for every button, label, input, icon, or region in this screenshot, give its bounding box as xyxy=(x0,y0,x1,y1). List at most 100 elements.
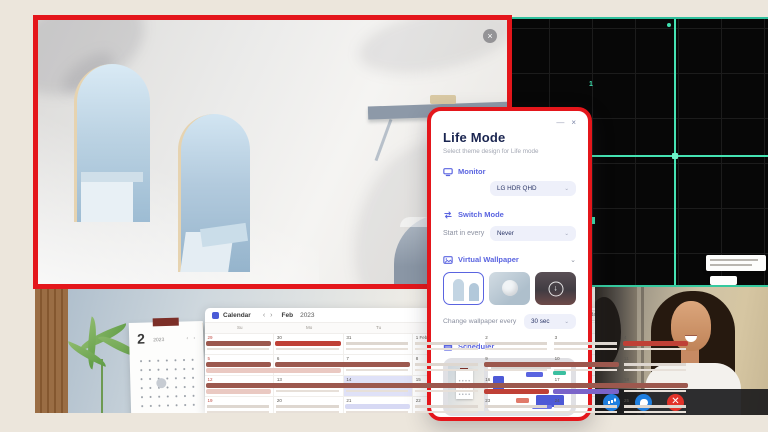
virtual-wallpaper-section: Virtual Wallpaper ⌄ xyxy=(443,255,576,264)
arched-window xyxy=(74,64,150,222)
day-number: 10 xyxy=(555,356,560,361)
day-number: 24 xyxy=(555,398,560,403)
day-number: 9 xyxy=(485,356,488,361)
panel-title: Life Mode xyxy=(443,130,576,145)
leaf-shadow xyxy=(353,15,512,86)
day-number: 25 xyxy=(624,398,629,403)
current-year-label: 2023 xyxy=(300,312,314,319)
next-month-button[interactable]: › xyxy=(270,312,272,319)
switch-mode-icon xyxy=(443,210,453,219)
day-number: 1 Feb xyxy=(416,335,428,340)
day-number: 11 xyxy=(624,356,629,361)
virtual-wallpaper-label: Virtual Wallpaper xyxy=(458,255,519,264)
day-number: 30 xyxy=(277,335,282,340)
volume-bars-icon xyxy=(608,401,610,404)
calendar-event[interactable] xyxy=(206,389,271,394)
change-interval-dropdown[interactable]: 30 sec ⌄ xyxy=(524,314,576,329)
day-number: 21 xyxy=(346,398,351,403)
calendar-event[interactable] xyxy=(484,362,619,367)
day-number: 5 xyxy=(208,356,211,361)
wallpaper-thumbnail-round-chair-room[interactable] xyxy=(489,272,530,305)
chart-tooltip-button[interactable] xyxy=(710,276,737,285)
day-number: 18 xyxy=(624,377,629,382)
monitor-dropdown[interactable]: LG HDR QHD ⌄ xyxy=(490,181,576,196)
chevron-down-icon: ⌄ xyxy=(564,186,569,192)
chart-dot xyxy=(667,23,671,27)
chevron-down-icon[interactable]: ⌄ xyxy=(570,256,576,264)
prev-month-button[interactable]: ‹ xyxy=(263,312,265,319)
day-number: 7 xyxy=(346,356,349,361)
crosshair-intersection xyxy=(672,153,678,159)
weekday-label: Su xyxy=(205,323,274,333)
weekday-label: Mo xyxy=(274,323,343,333)
calendar-day-cell[interactable]: 19 xyxy=(205,397,274,413)
end-call-button[interactable]: ✕ xyxy=(667,394,684,411)
minimize-icon[interactable]: — xyxy=(556,119,564,127)
calendar-event[interactable] xyxy=(484,389,549,394)
chart-tick xyxy=(592,217,595,224)
day-number: 22 xyxy=(416,398,421,403)
volume-button[interactable] xyxy=(603,394,620,411)
calendar-event[interactable] xyxy=(275,341,340,346)
picture-icon xyxy=(443,255,453,264)
chart-marker: 1 xyxy=(589,81,593,88)
day-number: 19 xyxy=(208,398,213,403)
switch-mode-label: Switch Mode xyxy=(458,210,504,219)
calendar-event[interactable] xyxy=(206,383,688,388)
close-icon[interactable]: × xyxy=(483,29,497,43)
calendar-app-icon xyxy=(212,312,219,319)
wood-slat-panel xyxy=(35,289,68,413)
close-icon[interactable]: × xyxy=(571,119,576,127)
panel-subtitle: Select theme design for Life mode xyxy=(443,148,576,155)
calendar-event[interactable] xyxy=(623,341,688,346)
download-icon: ↓ xyxy=(548,281,563,296)
paper-day-grid xyxy=(137,355,198,411)
current-month-label: Feb xyxy=(282,312,294,319)
crosshair-vertical-line xyxy=(674,19,676,285)
paper-nav-arrows: ‹ › xyxy=(186,335,197,341)
change-interval-value: 30 sec xyxy=(531,318,550,325)
switch-mode-section: Switch Mode xyxy=(443,210,576,219)
shelf-object xyxy=(430,95,456,104)
calendar-event[interactable] xyxy=(206,362,271,367)
wallpaper-thumbnail-download-more[interactable]: ↓ xyxy=(535,272,576,305)
day-number: 2 xyxy=(485,335,488,340)
paper-year: 2023 xyxy=(153,337,164,343)
day-number: 15 xyxy=(416,377,421,382)
life-mode-panel: — × Life Mode Select theme design for Li… xyxy=(427,107,592,421)
day-number: 20 xyxy=(277,398,282,403)
day-number: 23 xyxy=(485,398,490,403)
weekday-label: Tu xyxy=(344,323,413,333)
calendar-event[interactable] xyxy=(275,362,410,367)
day-number: 6 xyxy=(277,356,280,361)
calendar-day-cell[interactable]: 31 xyxy=(344,334,413,354)
screen: × 1 2 2023 ‹ › Calend xyxy=(0,0,768,432)
shelf-bracket xyxy=(375,119,393,161)
day-number: 29 xyxy=(208,335,213,340)
day-number: 3 xyxy=(555,335,558,340)
calendar-event[interactable] xyxy=(206,368,341,373)
wallpaper-thumbnail-row: ↓ xyxy=(443,272,576,305)
video-call-window: ✕ xyxy=(595,285,768,415)
day-number: 13 xyxy=(277,377,282,382)
day-number: 8 xyxy=(416,356,419,361)
calendar-event[interactable] xyxy=(206,341,271,346)
chat-button[interactable] xyxy=(635,394,652,411)
start-in-every-dropdown[interactable]: Never ⌄ xyxy=(490,226,576,241)
monitor-dropdown-value: LG HDR QHD xyxy=(497,185,537,192)
start-in-every-value: Never xyxy=(497,230,514,237)
start-in-every-label: Start in every xyxy=(443,230,484,237)
chevron-down-icon: ⌄ xyxy=(564,231,569,237)
wallpaper-thumbnail-arched-room[interactable] xyxy=(443,272,484,305)
day-number: 12 xyxy=(208,377,213,382)
calendar-app-title: Calendar xyxy=(223,312,251,319)
plant-stem xyxy=(101,359,103,413)
calendar-event[interactable] xyxy=(553,389,618,394)
monitor-section: Monitor xyxy=(443,167,576,176)
calendar-event[interactable] xyxy=(345,404,410,409)
monitor-label: Monitor xyxy=(458,167,486,176)
chevron-down-icon: ⌄ xyxy=(564,319,569,325)
calendar-tab xyxy=(153,318,179,327)
calendar-day-cell[interactable]: 20 xyxy=(274,397,343,413)
desk-calendar-card: 2 2023 ‹ › xyxy=(129,321,205,413)
